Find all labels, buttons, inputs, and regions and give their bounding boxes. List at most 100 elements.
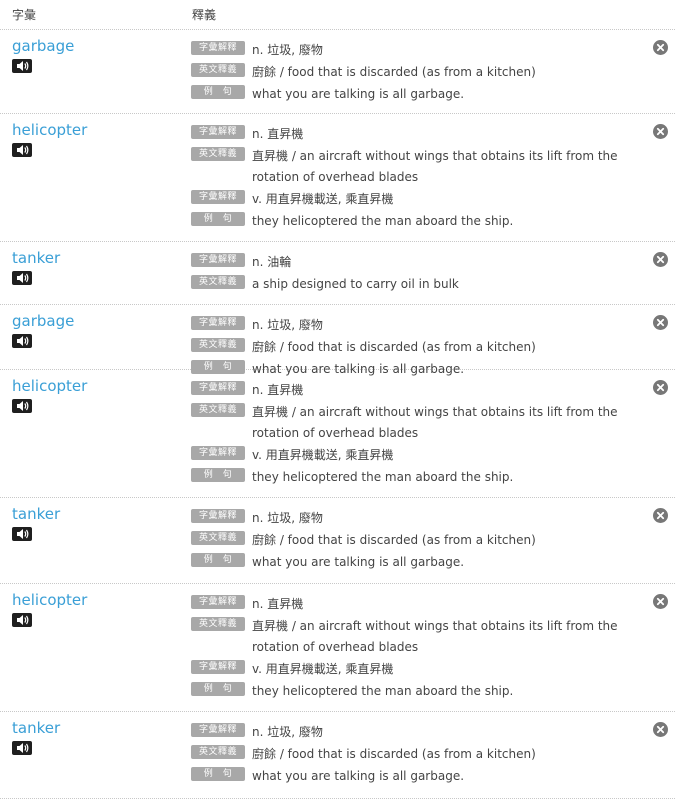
definition-line: 英文釋義 a ship designed to carry oil in bulk [191,274,641,296]
speaker-icon[interactable] [12,527,32,541]
definition-text: they helicoptered the man aboard the shi… [252,214,514,228]
definition-tag: 字彙解釋 [191,190,245,204]
definition-text: 廚餘 / food that is discarded (as from a k… [252,747,536,761]
definition-tag: 字彙解釋 [191,381,245,395]
definition-line: 字彙解釋 n. 直昇機 [191,380,641,402]
vocabulary-entry: garbage 字彙解釋 n. 垃圾, 廢物 英文釋義 廚餘 / food that i… [0,305,675,376]
definition-line: 字彙解釋 n. 垃圾, 廢物 [191,508,641,530]
close-icon[interactable] [653,40,668,55]
definition-line: 例 句 they helicoptered the man aboard the … [191,467,641,489]
column-header-definition: 釋義 [192,8,217,22]
word-link[interactable]: helicopter [12,591,87,609]
speaker-icon[interactable] [12,271,32,285]
definition-list: 字彙解釋 n. 直昇機 英文釋義 直昇機 / an aircraft without … [191,124,641,233]
definition-text: n. 直昇機 [252,383,304,397]
definition-tag: 字彙解釋 [191,253,245,267]
close-icon[interactable] [653,315,668,330]
definition-tag: 英文釋義 [191,275,245,289]
vocabulary-entry: garbage 字彙解釋 n. 垃圾, 廢物 英文釋義 廚餘 / food that i… [0,30,675,114]
definition-tag: 例 句 [191,212,245,226]
speaker-icon[interactable] [12,399,32,413]
definition-text: n. 垃圾, 廢物 [252,511,323,525]
vocabulary-entry: helicopter 字彙解釋 n. 直昇機 英文釋義 直昇機 / an aircraf… [0,114,675,242]
definition-text: n. 油輪 [252,255,292,269]
definition-line: 字彙解釋 n. 垃圾, 廢物 [191,40,641,62]
close-icon[interactable] [653,722,668,737]
close-icon[interactable] [653,594,668,609]
definition-line: 字彙解釋 n. 油輪 [191,252,641,274]
word-link[interactable]: helicopter [12,121,87,139]
definition-text: 直昇機 / an aircraft without wings that obt… [252,149,618,184]
definition-list: 字彙解釋 n. 油輪 英文釋義 a ship designed to carry oi… [191,252,641,296]
close-icon[interactable] [653,380,668,395]
definition-text: 廚餘 / food that is discarded (as from a k… [252,533,536,547]
definition-tag: 英文釋義 [191,338,245,352]
word-link[interactable]: garbage [12,37,74,55]
definition-list: 字彙解釋 n. 直昇機英文釋義 直昇機 / an aircraft without … [191,380,641,489]
definition-tag: 字彙解釋 [191,41,245,55]
definition-tag: 英文釋義 [191,63,245,77]
definition-tag: 例 句 [191,682,245,696]
definition-text: n. 垃圾, 廢物 [252,43,323,57]
speaker-icon[interactable] [12,613,32,627]
definition-line: 英文釋義 直昇機 / an aircraft without wings that… [191,146,641,189]
definition-text: v. 用直昇機載送, 乘直昇機 [252,192,394,206]
definition-line: 例 句 what you are talking is all garbage. [191,84,641,106]
vocabulary-entry: helicopter 字彙解釋 n. 直昇機英文釋義 直昇機 / an aircraf… [0,370,675,498]
definition-line: 英文釋義 廚餘 / food that is discarded (as from… [191,530,641,552]
definition-text: what you are talking is all garbage. [252,555,465,569]
definition-line: 例 句 they helicoptered the man aboard the … [191,681,641,703]
definition-text: 直昇機 / an aircraft without wings that obt… [252,405,618,440]
word-link[interactable]: garbage [12,312,74,330]
definition-text: 廚餘 / food that is discarded (as from a k… [252,65,536,79]
definition-tag: 字彙解釋 [191,723,245,737]
word-link[interactable]: tanker [12,505,60,523]
definition-tag: 字彙解釋 [191,595,245,609]
speaker-icon[interactable] [12,143,32,157]
definition-tag: 英文釋義 [191,617,245,631]
speaker-icon[interactable] [12,334,32,348]
definition-tag: 例 句 [191,553,245,567]
definition-text: n. 直昇機 [252,597,304,611]
definition-text: 廚餘 / food that is discarded (as from a k… [252,340,536,354]
close-icon[interactable] [653,252,668,267]
definition-line: 字彙解釋 v. 用直昇機載送, 乘直昇機 [191,659,641,681]
close-icon[interactable] [653,508,668,523]
definition-text: n. 垃圾, 廢物 [252,725,323,739]
close-icon[interactable] [653,124,668,139]
speaker-icon[interactable] [12,59,32,73]
definition-text: v. 用直昇機載送, 乘直昇機 [252,662,394,676]
definition-tag: 例 句 [191,468,245,482]
definition-tag: 例 句 [191,767,245,781]
definition-text: what you are talking is all garbage. [252,769,465,783]
definition-line: 字彙解釋 n. 直昇機 [191,124,641,146]
definition-line: 英文釋義 廚餘 / food that is discarded (as from… [191,62,641,84]
word-link[interactable]: tanker [12,249,60,267]
definition-line: 例 句 they helicoptered the man aboard the … [191,211,641,233]
word-link[interactable]: tanker [12,719,60,737]
definition-line: 例 句 what you are talking is all garbage. [191,766,641,788]
definition-tag: 字彙解釋 [191,125,245,139]
vocabulary-list: garbage 字彙解釋 n. 垃圾, 廢物 英文釋義 廚餘 / food that i… [0,30,675,799]
definition-tag: 例 句 [191,85,245,99]
definition-line: 英文釋義 直昇機 / an aircraft without wings that… [191,402,641,445]
definition-tag: 英文釋義 [191,147,245,161]
definition-line: 字彙解釋 n. 直昇機 [191,594,641,616]
definition-text: a ship designed to carry oil in bulk [252,277,459,291]
definition-tag: 字彙解釋 [191,316,245,330]
definition-line: 字彙解釋 n. 垃圾, 廢物 [191,722,641,744]
definition-line: 英文釋義 廚餘 / food that is discarded (as from… [191,744,641,766]
definition-line: 字彙解釋 n. 垃圾, 廢物 [191,315,641,337]
column-header-word: 字彙 [12,8,37,22]
definition-text: what you are talking is all garbage. [252,87,465,101]
definition-list: 字彙解釋 n. 直昇機 英文釋義 直昇機 / an aircraft without … [191,594,641,703]
speaker-icon[interactable] [12,741,32,755]
vocabulary-entry: tanker 字彙解釋 n. 垃圾, 廢物英文釋義 廚餘 / food that is… [0,712,675,799]
definition-line: 例 句 what you are talking is all garbage. [191,552,641,574]
definition-text: they helicoptered the man aboard the shi… [252,470,514,484]
definition-list: 字彙解釋 n. 垃圾, 廢物 英文釋義 廚餘 / food that is disca… [191,508,641,574]
vocabulary-entry: helicopter 字彙解釋 n. 直昇機 英文釋義 直昇機 / an aircraf… [0,584,675,712]
word-link[interactable]: helicopter [12,377,87,395]
vocabulary-entry: tanker 字彙解釋 n. 垃圾, 廢物 英文釋義 廚餘 / food that is… [0,498,675,584]
definition-tag: 字彙解釋 [191,446,245,460]
